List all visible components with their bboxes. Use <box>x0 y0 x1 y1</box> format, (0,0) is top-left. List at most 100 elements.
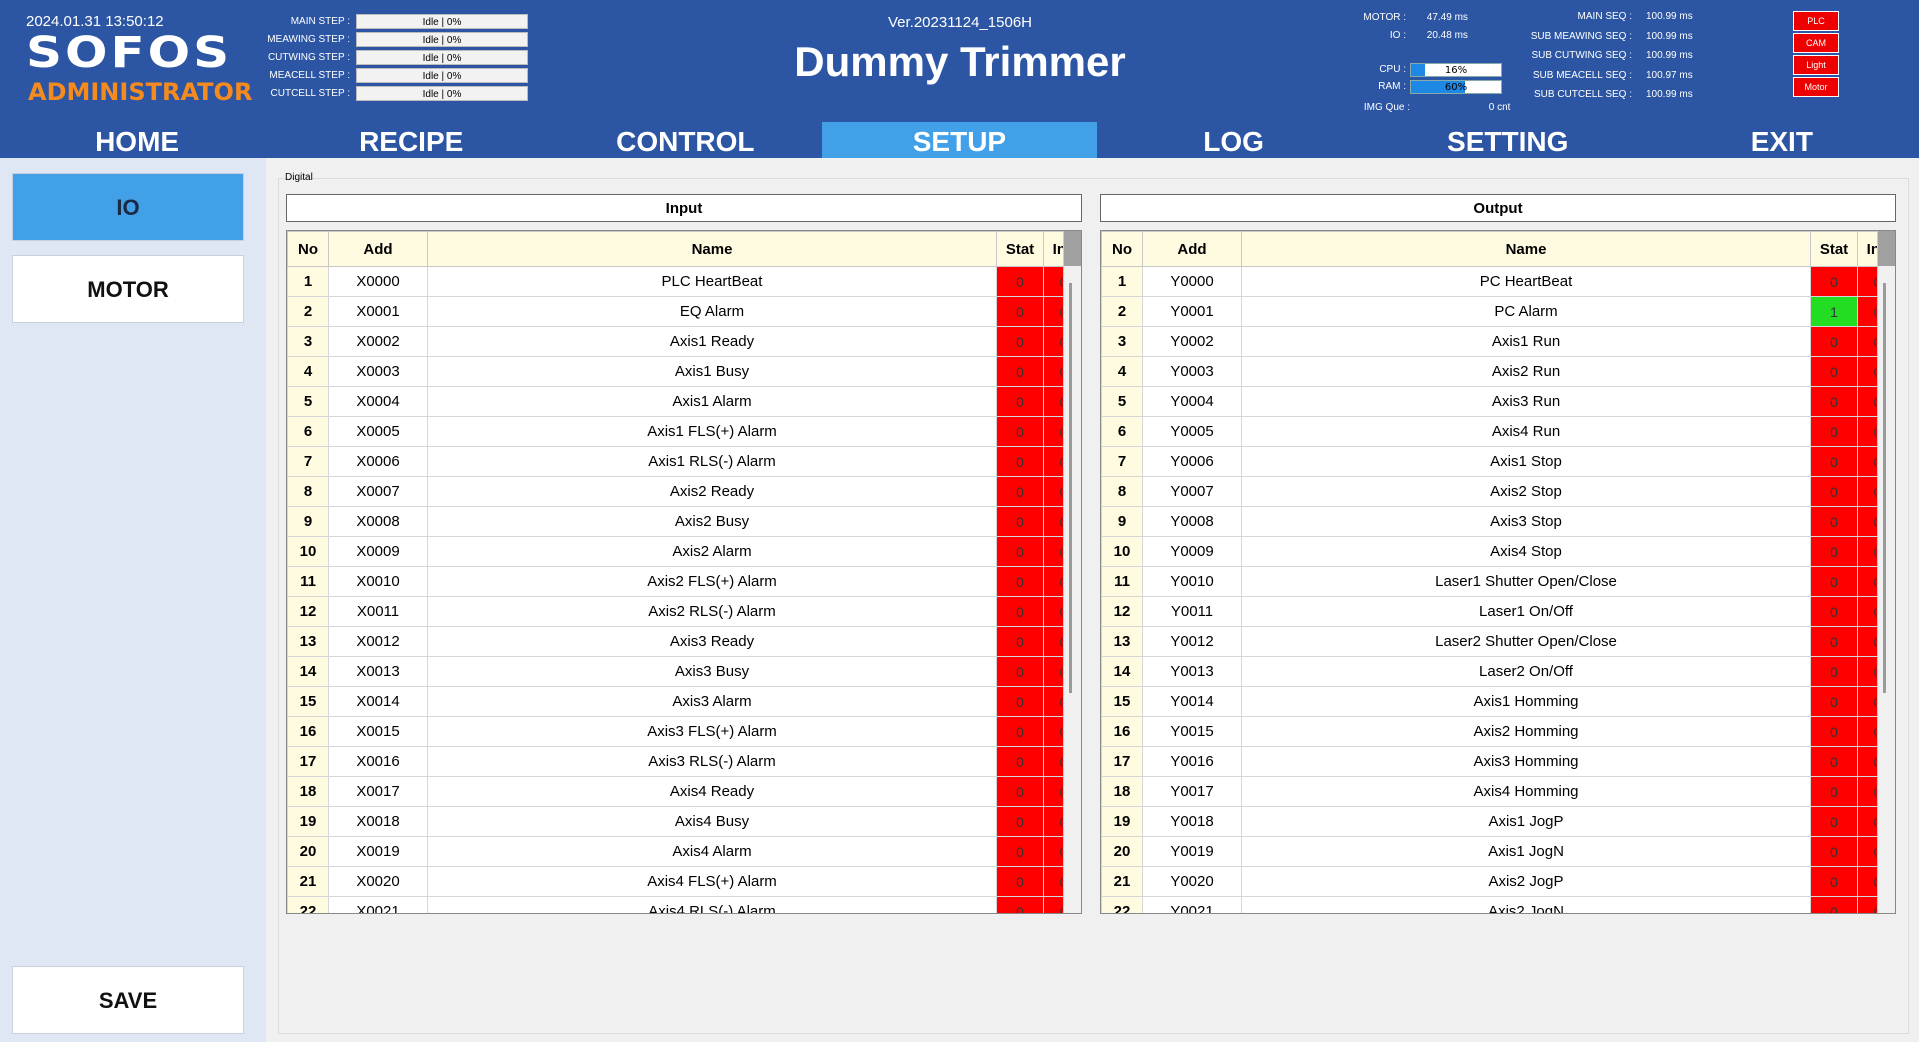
nav-log[interactable]: LOG <box>1097 122 1371 158</box>
row-stat[interactable]: 0 <box>1810 566 1858 597</box>
col-no-header: No <box>1101 231 1143 267</box>
row-address: X0004 <box>328 386 428 417</box>
row-name: Axis3 Homming <box>1241 746 1811 777</box>
row-stat[interactable]: 0 <box>1810 506 1858 537</box>
row-stat[interactable]: 0 <box>996 446 1044 477</box>
row-stat[interactable]: 0 <box>1810 536 1858 567</box>
table-row: 16Y0015Axis2 Homming00 <box>1101 716 1895 747</box>
row-name: Axis1 JogN <box>1241 836 1811 867</box>
table-row: 6X0005Axis1 FLS(+) Alarm00 <box>287 416 1081 447</box>
nav-exit[interactable]: EXIT <box>1645 122 1919 158</box>
main-nav: HOME RECIPE CONTROL SETUP LOG SETTING EX… <box>0 122 1919 158</box>
input-scrollbar[interactable] <box>1063 231 1081 913</box>
table-row: 9Y0008Axis3 Stop00 <box>1101 506 1895 537</box>
row-stat[interactable]: 0 <box>996 296 1044 327</box>
motor-button[interactable]: MOTOR <box>12 255 244 323</box>
row-stat[interactable]: 0 <box>1810 806 1858 837</box>
row-address: Y0014 <box>1142 686 1242 717</box>
row-stat[interactable]: 0 <box>1810 716 1858 747</box>
nav-home[interactable]: HOME <box>0 122 274 158</box>
row-stat[interactable]: 0 <box>1810 266 1858 297</box>
row-name: Axis2 Busy <box>427 506 997 537</box>
row-stat[interactable]: 0 <box>996 626 1044 657</box>
row-stat[interactable]: 0 <box>1810 356 1858 387</box>
table-row: 15X0014Axis3 Alarm00 <box>287 686 1081 717</box>
row-stat[interactable]: 1 <box>1810 296 1858 327</box>
step-value: Idle | 0% <box>356 85 528 101</box>
row-address: Y0005 <box>1142 416 1242 447</box>
row-name: PC Alarm <box>1241 296 1811 327</box>
row-stat[interactable]: 0 <box>996 476 1044 507</box>
row-stat[interactable]: 0 <box>996 566 1044 597</box>
row-name: Laser1 Shutter Open/Close <box>1241 566 1811 597</box>
row-stat[interactable]: 0 <box>1810 686 1858 717</box>
row-stat[interactable]: 0 <box>996 806 1044 837</box>
row-stat[interactable]: 0 <box>996 716 1044 747</box>
io-main-area: Digital Input No Add Name Stat Inv 1X000… <box>266 158 1919 1042</box>
row-stat[interactable]: 0 <box>1810 626 1858 657</box>
row-stat[interactable]: 0 <box>996 536 1044 567</box>
cutwing-step-row: CUTWING STEP : Idle | 0% <box>240 48 528 66</box>
row-number: 16 <box>1101 716 1143 747</box>
row-name: Axis1 RLS(-) Alarm <box>427 446 997 477</box>
scrollbar-thumb[interactable] <box>1069 283 1072 693</box>
row-stat[interactable]: 0 <box>996 506 1044 537</box>
row-stat[interactable]: 0 <box>996 836 1044 867</box>
save-button[interactable]: SAVE <box>12 966 244 1034</box>
row-stat[interactable]: 0 <box>996 686 1044 717</box>
row-stat[interactable]: 0 <box>1810 776 1858 807</box>
row-stat[interactable]: 0 <box>1810 386 1858 417</box>
row-number: 20 <box>1101 836 1143 867</box>
output-panel-title: Output <box>1100 194 1896 222</box>
table-row: 19Y0018Axis1 JogP00 <box>1101 806 1895 837</box>
row-stat[interactable]: 0 <box>996 596 1044 627</box>
row-stat[interactable]: 0 <box>1810 896 1858 913</box>
row-stat[interactable]: 0 <box>996 326 1044 357</box>
row-stat[interactable]: 0 <box>1810 476 1858 507</box>
row-stat[interactable]: 0 <box>996 356 1044 387</box>
row-stat[interactable]: 0 <box>996 746 1044 777</box>
nav-recipe[interactable]: RECIPE <box>274 122 548 158</box>
row-number: 18 <box>287 776 329 807</box>
row-stat[interactable]: 0 <box>1810 326 1858 357</box>
scrollbar-thumb[interactable] <box>1883 283 1886 693</box>
row-stat[interactable]: 0 <box>1810 866 1858 897</box>
row-stat[interactable]: 0 <box>1810 836 1858 867</box>
row-number: 3 <box>1101 326 1143 357</box>
row-name: Axis2 Homming <box>1241 716 1811 747</box>
nav-setup[interactable]: SETUP <box>822 122 1097 158</box>
row-stat[interactable]: 0 <box>996 866 1044 897</box>
connection-indicators: PLC CAM Light Motor <box>1793 11 1839 99</box>
row-stat[interactable]: 0 <box>996 266 1044 297</box>
table-row: 21X0020Axis4 FLS(+) Alarm00 <box>287 866 1081 897</box>
row-number: 19 <box>1101 806 1143 837</box>
img-queue-value: 0 cnt <box>1488 102 1511 113</box>
nav-control[interactable]: CONTROL <box>548 122 822 158</box>
row-stat[interactable]: 0 <box>996 386 1044 417</box>
row-stat[interactable]: 0 <box>996 896 1044 913</box>
table-row: 12X0011Axis2 RLS(-) Alarm00 <box>287 596 1081 627</box>
row-number: 2 <box>287 296 329 327</box>
row-stat[interactable]: 0 <box>1810 746 1858 777</box>
nav-setting[interactable]: SETTING <box>1371 122 1645 158</box>
row-stat[interactable]: 0 <box>996 776 1044 807</box>
output-scrollbar[interactable] <box>1877 231 1895 913</box>
row-number: 13 <box>287 626 329 657</box>
row-stat[interactable]: 0 <box>1810 596 1858 627</box>
row-number: 17 <box>287 746 329 777</box>
row-stat[interactable]: 0 <box>1810 656 1858 687</box>
row-address: Y0020 <box>1142 866 1242 897</box>
row-stat[interactable]: 0 <box>996 416 1044 447</box>
col-add-header: Add <box>1142 231 1242 267</box>
app-title: Dummy Trimmer <box>794 38 1126 85</box>
row-stat[interactable]: 0 <box>996 656 1044 687</box>
row-stat[interactable]: 0 <box>1810 416 1858 447</box>
table-row: 11Y0010Laser1 Shutter Open/Close00 <box>1101 566 1895 597</box>
row-name: Axis2 Run <box>1241 356 1811 387</box>
row-name: Laser2 On/Off <box>1241 656 1811 687</box>
row-stat[interactable]: 0 <box>1810 446 1858 477</box>
row-name: Axis3 Stop <box>1241 506 1811 537</box>
io-button[interactable]: IO <box>12 173 244 241</box>
io-time-label: IO : <box>1389 30 1406 41</box>
meawing-step-row: MEAWING STEP : Idle | 0% <box>240 30 528 48</box>
